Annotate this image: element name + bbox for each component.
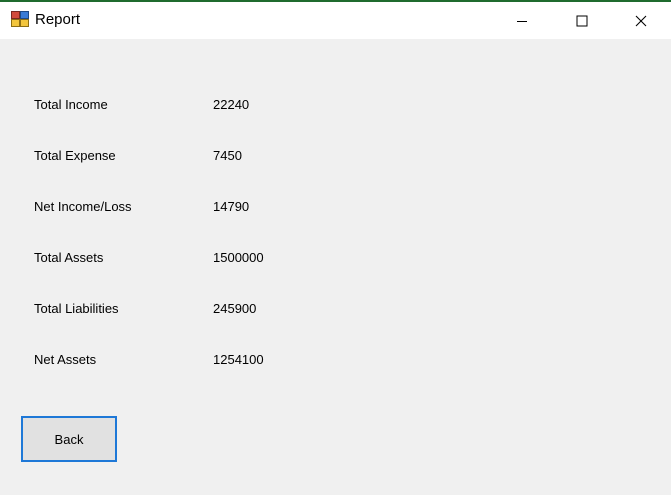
net-income-loss-value: 14790: [213, 199, 250, 214]
close-icon: [635, 15, 647, 26]
minimize-button[interactable]: [499, 2, 545, 39]
net-income-loss-label: Net Income/Loss: [34, 199, 132, 214]
net-assets-value: 1254100: [213, 352, 264, 367]
maximize-button[interactable]: [559, 2, 605, 39]
report-window: Report Total Income 22240 Total Expense …: [0, 0, 671, 495]
net-assets-label: Net Assets: [34, 352, 97, 367]
back-button[interactable]: Back: [21, 416, 117, 462]
close-button[interactable]: [618, 2, 664, 39]
total-assets-label: Total Assets: [34, 250, 104, 265]
report-panel: Total Income 22240 Total Expense 7450 Ne…: [0, 39, 671, 495]
total-assets-value: 1500000: [213, 250, 264, 265]
window-title: Report: [35, 11, 81, 28]
total-income-label: Total Income: [34, 97, 108, 112]
minimize-icon: [517, 20, 527, 22]
maximize-icon: [576, 15, 588, 26]
total-liabilities-value: 245900: [213, 301, 257, 316]
total-liabilities-label: Total Liabilities: [34, 301, 119, 316]
title-bar[interactable]: Report: [0, 2, 671, 39]
total-income-value: 22240: [213, 97, 250, 112]
total-expense-label: Total Expense: [34, 148, 116, 163]
total-expense-value: 7450: [213, 148, 242, 163]
report-app-icon: [11, 11, 29, 27]
